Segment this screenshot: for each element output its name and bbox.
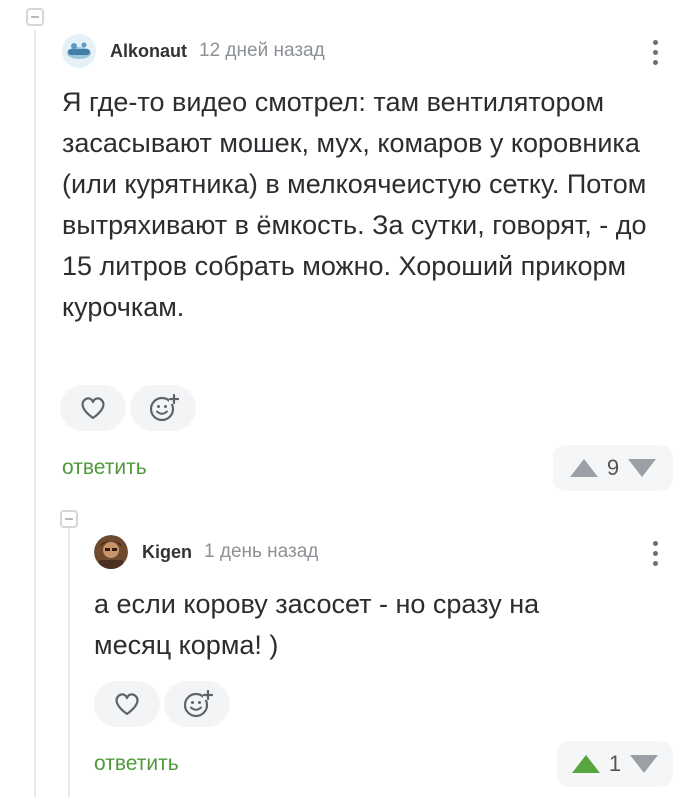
add-reaction-icon [183, 689, 213, 718]
comment-reply: Kigen 1 день назад а если корову засосет… [0, 0, 700, 797]
comment-header: Kigen 1 день назад [94, 535, 318, 569]
rating-box: 1 [557, 741, 673, 787]
arrow-down-icon[interactable] [629, 754, 659, 774]
like-button[interactable] [94, 681, 160, 727]
comment-text: а если корову засосет - но сразу на меся… [94, 589, 540, 660]
add-reaction-button[interactable] [164, 681, 230, 727]
avatar[interactable] [94, 535, 128, 569]
arrow-up-icon[interactable] [571, 754, 601, 774]
rating-count: 1 [608, 751, 622, 776]
more-vertical-icon[interactable] [645, 536, 665, 570]
reply-link[interactable]: ответить [94, 752, 179, 776]
comment-time[interactable]: 1 день назад [204, 541, 318, 563]
author-name[interactable]: Kigen [142, 542, 192, 563]
heart-icon [115, 693, 139, 716]
